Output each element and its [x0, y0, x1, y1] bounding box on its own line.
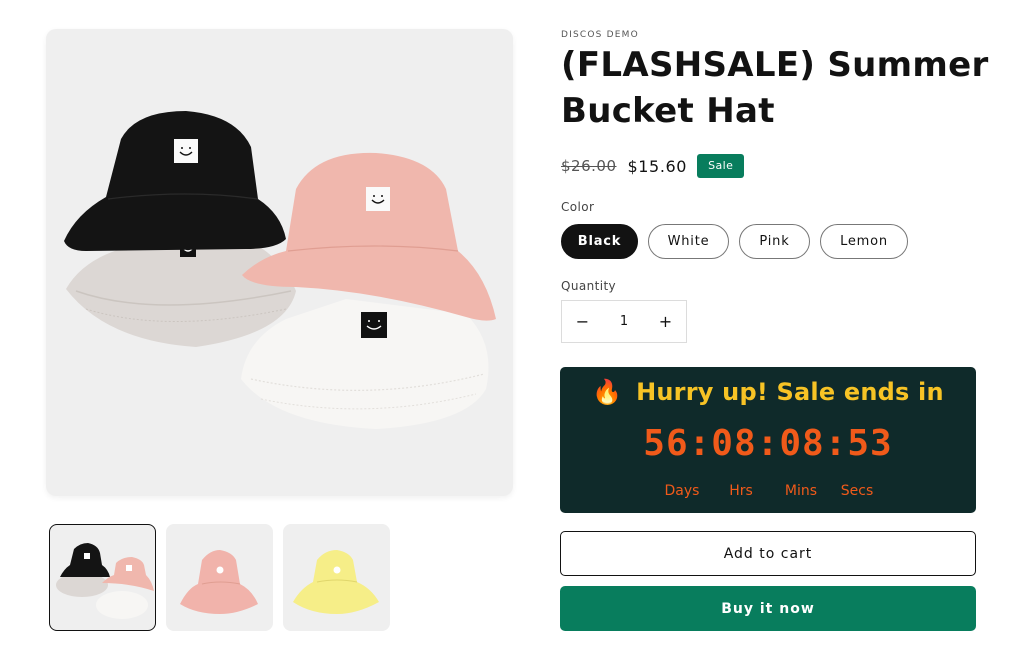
sale-price: $15.60 [627, 156, 688, 176]
unit-days: Days [664, 483, 700, 499]
unit-seconds: Secs [840, 483, 874, 499]
quantity-stepper: − + [561, 300, 687, 343]
quantity-increase-button[interactable]: + [645, 301, 686, 342]
plus-icon: + [658, 312, 673, 331]
white-hat-front-illustration [241, 299, 489, 429]
product-vendor: DISCOS DEMO [561, 30, 639, 40]
black-hat-illustration [64, 111, 286, 251]
quantity-decrease-button[interactable]: − [562, 301, 603, 342]
unit-hours: Hrs [729, 483, 753, 499]
quantity-input[interactable] [603, 301, 645, 342]
compare-at-price: $26.00 [561, 157, 617, 175]
color-option-white[interactable]: White [648, 224, 729, 259]
color-label: Color [561, 200, 595, 214]
color-option-pink[interactable]: Pink [739, 224, 810, 259]
thumbnail-pink-hat[interactable] [166, 524, 273, 631]
add-to-cart-button[interactable]: Add to cart [560, 531, 976, 576]
sale-countdown: 🔥 Hurry up! Sale ends in 56:08:08:53 Day… [560, 367, 976, 513]
minus-icon: − [575, 312, 590, 331]
price-row: $26.00 $15.60 Sale [561, 153, 745, 179]
product-main-image[interactable] [46, 29, 513, 496]
countdown-units: Days Hrs Mins Secs [560, 483, 976, 503]
countdown-time: 56:08:08:53 [643, 423, 893, 464]
color-options: Black White Pink Lemon [561, 224, 908, 259]
sale-badge: Sale [697, 154, 745, 178]
product-title: (FLASHSALE) Summer Bucket Hat [561, 45, 989, 131]
countdown-header: 🔥 Hurry up! Sale ends in [560, 378, 976, 406]
unit-minutes: Mins [784, 483, 818, 499]
buy-now-button[interactable]: Buy it now [560, 586, 976, 631]
color-option-lemon[interactable]: Lemon [820, 224, 908, 259]
fire-icon: 🔥 [592, 378, 623, 406]
countdown-heading: Hurry up! Sale ends in [636, 378, 944, 406]
thumbnail-lemon-hat[interactable] [283, 524, 390, 631]
color-option-black[interactable]: Black [561, 224, 638, 259]
thumbnail-black-white-pink-hats[interactable] [49, 524, 156, 631]
quantity-label: Quantity [561, 279, 617, 293]
